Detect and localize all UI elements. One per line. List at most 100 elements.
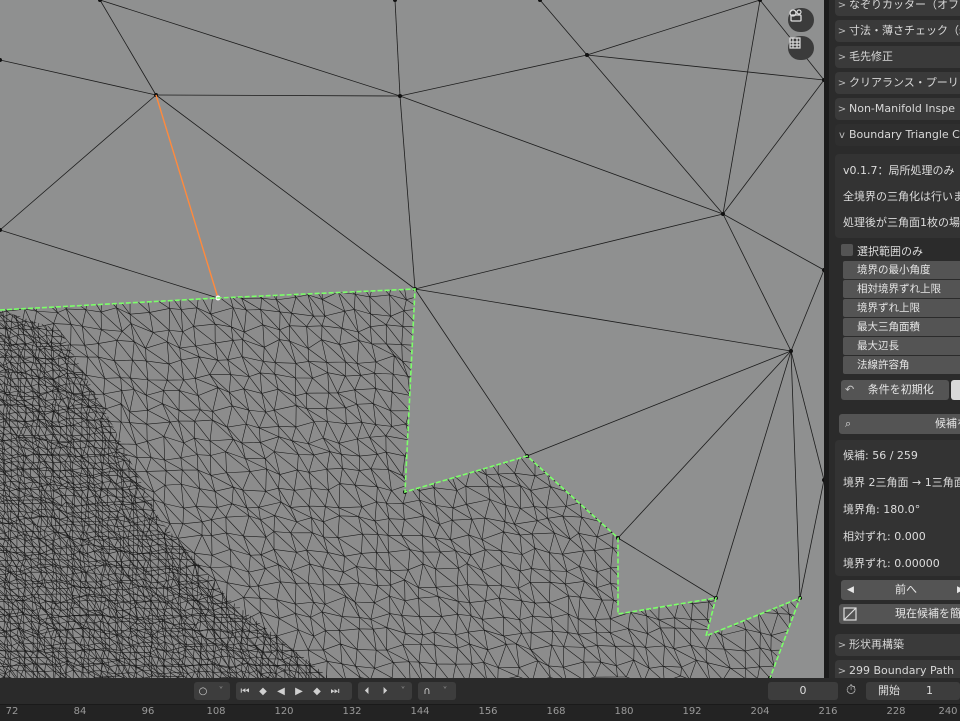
search-button-label: 候補を [935,417,960,430]
camera-view-button[interactable] [788,8,814,32]
chevron-down-icon[interactable]: ˅ [212,682,230,700]
chevron-right-icon: > [837,26,847,37]
version-info-box: v0.1.7：局所処理のみ 全境界の三角化は行いま 処理後が三角面1枚の場所 [835,154,960,238]
section-trace-cutter[interactable]: > なぞりカッター（オフ [835,0,960,16]
section-label: 299 Boundary Path [849,664,955,677]
next-keyframe-icon[interactable]: ◆ [308,682,326,700]
ruler-tick: 84 [73,706,87,717]
prop-min-angle[interactable]: 境界の最小角度 [843,261,960,279]
step-back-icon[interactable]: ⏴ [358,682,376,700]
section-reconstruct[interactable]: > 形状再構築 [835,634,960,656]
prop-max-area[interactable]: 最大三角面積 [843,318,960,336]
section-label: クリアランス・プーリ [849,76,959,89]
magnet-icon[interactable]: ∩ [418,682,436,700]
section-label: 寸法・薄さチェック（s [849,24,960,37]
ruler-tick: 96 [141,706,155,717]
sidebar-panel: > なぞりカッター（オフ > 寸法・薄さチェック（s > 毛先修正 > クリアランス・プ… [824,0,960,678]
simplify-candidate-button[interactable]: 現在候補を簡 [839,604,960,624]
reset-conditions-button[interactable]: ↶ 条件を初期化 [841,380,949,400]
chevron-down-icon: v [839,130,845,141]
stopwatch-icon[interactable]: ⏱ [846,682,862,700]
search-icon: ⌕ [845,417,852,430]
section-label: 形状再構築 [849,638,904,651]
current-frame-field[interactable]: 0 [768,682,838,700]
camera-icon [789,9,802,22]
candidate-info-box: 候補: 56 / 259 境界 2三角面 → 1三角面 境界角: 180.0° … [835,440,960,576]
prop-offset-limit[interactable]: 境界ずれ上限 [843,299,960,317]
chevron-right-icon: > [837,640,847,651]
chevron-right-icon: > [837,0,847,11]
chevron-right-icon: > [837,666,847,677]
selection-only-checkbox[interactable] [841,244,853,256]
ruler-tick: 192 [682,706,702,717]
frame-step-controls: ⏴ ⏵ ˅ [358,682,412,700]
section-label: Boundary Triangle Cl [849,128,960,141]
selected-edge [155,94,219,299]
auto-key-group[interactable]: ∩ ˅ [418,682,456,700]
section-label: なぞりカッター（オフ [849,0,959,11]
step-forward-icon[interactable]: ⏵ [376,682,394,700]
info-line: 処理後が三角面1枚の場所 [843,216,960,229]
simplify-button-label: 現在候補を簡 [895,607,960,620]
candidate-count: 候補: 56 / 259 [843,449,918,462]
section-boundary-path[interactable]: >299 Boundary Path [835,660,960,678]
chevron-right-icon: > [837,78,847,89]
section-clearance[interactable]: > クリアランス・プーリ [835,72,960,94]
prop-relative-offset[interactable]: 相対境界ずれ上限 [843,280,960,298]
jump-end-icon[interactable]: ⏭ [326,682,344,700]
prop-normal-angle[interactable]: 法線許容角 [843,356,960,374]
3d-viewport[interactable] [0,0,824,678]
start-label: 開始 [878,684,900,697]
ruler-tick: 72 [5,706,19,717]
circle-icon[interactable]: ○ [194,682,212,700]
ruler-tick: 132 [342,706,362,717]
jump-start-icon[interactable]: ⏮ [236,682,254,700]
mesh-canvas[interactable] [0,0,824,678]
start-value: 1 [926,684,933,697]
ruler-tick: 168 [546,706,566,717]
playback-controls: ⏮ ◆ ◀ ▶ ◆ ⏭ [236,682,352,700]
chevron-down-icon[interactable]: ˅ [436,682,454,700]
ruler-tick: 204 [750,706,770,717]
prev-candidate-button[interactable]: ◀ 前へ [841,580,960,600]
frame-ruler[interactable]: 72 84 96 108 120 132 144 156 168 180 192… [0,704,960,721]
candidate-type: 境界 2三角面 → 1三角面 [843,476,960,489]
start-frame-field[interactable]: 開始 1 [866,682,960,700]
boundary-offset: 境界ずれ: 0.00000 [843,557,940,570]
info-line: 全境界の三角化は行いま [843,190,960,203]
section-label: 毛先修正 [849,50,893,63]
next-candidate-button[interactable]: ▶ [953,580,960,600]
report-button[interactable] [951,380,960,400]
ruler-tick: 156 [478,706,498,717]
section-dimension-check[interactable]: > 寸法・薄さチェック（s [835,20,960,42]
search-candidates-button[interactable]: ⌕ 候補を [839,414,960,434]
selection-only-label: 選択範囲のみ [857,245,923,258]
triangle-left-icon: ◀ [847,585,854,595]
timeline-header: ○ ˅ ⏮ ◆ ◀ ▶ ◆ ⏭ ⏴ ⏵ ˅ ∩ ˅ 0 ⏱ 開始 1 [0,678,960,704]
ruler-tick: 216 [818,706,838,717]
ruler-tick: 120 [274,706,294,717]
ruler-tick: 228 [886,706,906,717]
info-line: v0.1.7：局所処理のみ [843,164,955,177]
chevron-right-icon: > [837,52,847,63]
section-label: Non-Manifold Inspe [849,102,955,115]
ruler-tick: 180 [614,706,634,717]
section-hair-fix[interactable]: > 毛先修正 [835,46,960,68]
prop-max-edge[interactable]: 最大辺長 [843,337,960,355]
section-boundary-triangle[interactable]: v Boundary Triangle Cl [835,124,960,146]
ruler-tick: 240 [938,706,958,717]
chevron-right-icon: > [837,104,847,115]
keyframe-mode-group[interactable]: ○ ˅ [194,682,230,700]
prev-keyframe-icon[interactable]: ◆ [254,682,272,700]
reset-button-label: 条件を初期化 [867,383,934,396]
grid-view-button[interactable] [788,36,814,60]
ruler-tick: 108 [206,706,226,717]
play-icon[interactable]: ▶ [290,682,308,700]
chevron-down-icon[interactable]: ˅ [394,682,412,700]
play-reverse-icon[interactable]: ◀ [272,682,290,700]
section-non-manifold[interactable]: > Non-Manifold Inspe [835,98,960,120]
simplify-icon [843,607,857,621]
ruler-tick: 144 [410,706,430,717]
prev-button-label: 前へ [895,583,917,596]
boundary-angle: 境界角: 180.0° [843,503,921,516]
